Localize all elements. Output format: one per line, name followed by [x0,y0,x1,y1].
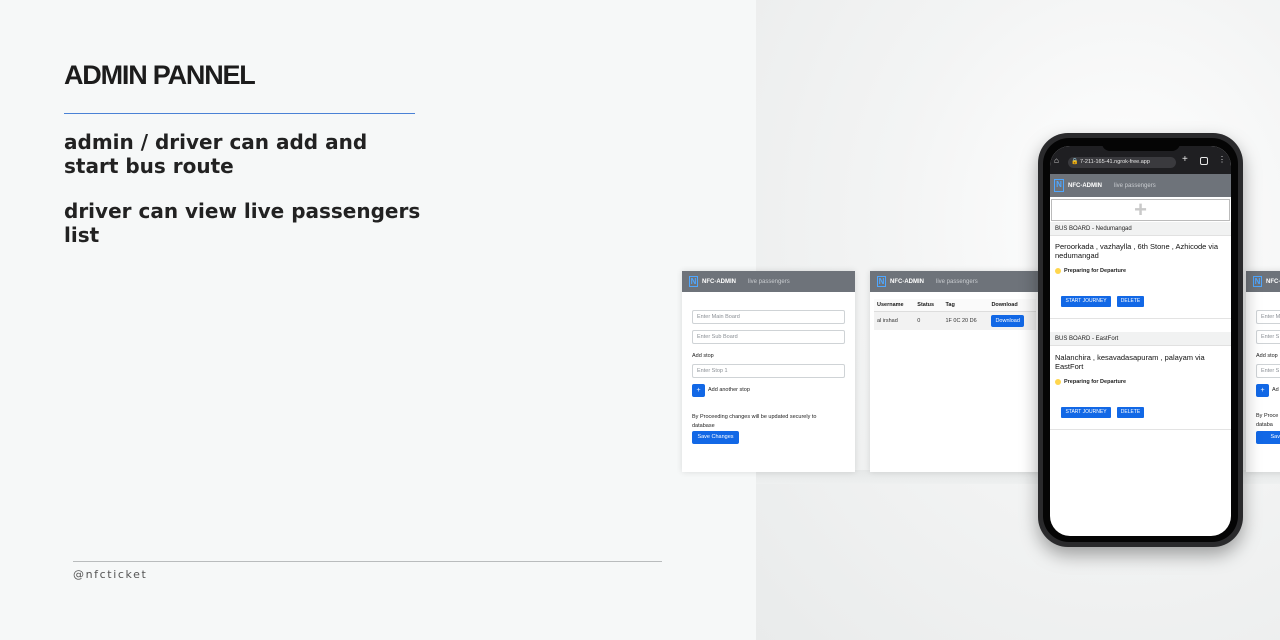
status-text: Preparing for Departure [1064,268,1127,274]
update-notice-cont: databa [1256,422,1273,428]
app-brand[interactable]: NFC-ADMIN [1068,183,1102,189]
status-dot-icon [1055,268,1061,274]
slide-title: ADMIN PANNEL [64,60,256,90]
add-another-stop-label: Add another stop [708,387,750,393]
column-header: Username [874,299,915,312]
add-board-button[interactable]: + [1051,199,1230,221]
app-brand[interactable]: NFC-ADMIN [890,279,924,285]
username-cell: al irshad [874,311,915,330]
delete-button[interactable]: DELETE [1117,296,1144,307]
social-handle: @nfcticket [73,568,148,581]
delete-button[interactable]: DELETE [1117,407,1144,418]
slide-text-panel: ADMIN PANNEL admin / driver can add and … [0,0,756,640]
url-field[interactable]: 🔒 7-211-165-41.ngrok-free.app [1068,157,1176,168]
footer-divider [73,561,662,562]
save-changes-button[interactable]: Save Changes [692,431,739,444]
column-header: Download [988,299,1036,312]
tabs-icon[interactable] [1200,157,1208,165]
app-navbar: N NFC-ADMIN [1246,271,1280,292]
download-cell: Download [988,311,1036,330]
sub-board-input[interactable]: Enter S [1256,330,1280,344]
update-notice: By Proceeding changes will be updated se… [692,414,817,429]
phone-notch [1101,141,1180,151]
start-journey-button[interactable]: START JOURNEY [1061,407,1111,418]
feature-add-route: admin / driver can add and start bus rou… [64,130,368,178]
main-board-input[interactable]: Enter Main Board [692,310,845,324]
start-journey-button[interactable]: START JOURNEY [1061,296,1111,307]
url-text: 7-211-165-41.ngrok-free.app [1080,159,1150,165]
app-brand[interactable]: NFC-ADMIN [702,279,736,285]
title-divider [64,113,415,114]
add-another-stop-label: Ad [1272,387,1279,393]
nav-link-live-passengers[interactable]: live passengers [748,279,790,285]
home-icon[interactable]: ⌂ [1054,156,1059,165]
feature-live-passengers: driver can view live passengers list [64,199,421,247]
passengers-table: Username Status Tag Download al irshad 0… [874,299,1036,330]
app-brand[interactable]: NFC-ADMIN [1266,279,1280,285]
column-header: Status [914,299,943,312]
bus-board-header: BUS BOARD - Nedumangad [1050,222,1231,236]
stop-1-input[interactable]: Enter S [1256,364,1280,378]
new-tab-icon[interactable]: + [1182,154,1188,165]
stop-1-input[interactable]: Enter Stop 1 [692,364,845,378]
add-route-screenshot: N NFC-ADMIN live passengers Enter Main B… [682,271,855,472]
add-stop-button[interactable]: + [692,384,705,397]
add-route-screenshot-partial: N NFC-ADMIN Enter M Enter S Add stop Ent… [1246,271,1280,472]
divider [1050,429,1231,430]
lock-icon: 🔒 [1071,159,1079,165]
journey-status: Preparing for Departure [1055,268,1126,274]
divider [1050,318,1231,319]
add-stop-label: Add stop [1256,353,1278,359]
nfc-logo-icon: N [1253,276,1262,287]
bus-board-header: BUS BOARD - EastFort [1050,332,1231,346]
plus-icon: + [1134,197,1147,222]
nfc-logo-icon: N [689,276,698,287]
app-navbar: N NFC-ADMIN live passengers [682,271,855,292]
phone-mockup: ⌂ 🔒 7-211-165-41.ngrok-free.app + ⋮ N NF… [1038,133,1243,547]
app-navbar: N NFC-ADMIN live passengers [1050,174,1231,197]
status-dot-icon [1055,379,1061,385]
route-stops: Nalanchira , kesavadasapuram , palayam v… [1055,353,1205,371]
nav-link-live-passengers[interactable]: live passengers [1114,183,1156,189]
nav-link-live-passengers[interactable]: live passengers [936,279,978,285]
phone-screen: ⌂ 🔒 7-211-165-41.ngrok-free.app + ⋮ N NF… [1050,146,1231,536]
download-button[interactable]: Download [991,315,1024,327]
nfc-logo-icon: N [1054,179,1064,192]
main-board-input[interactable]: Enter M [1256,310,1280,324]
status-cell: 0 [914,311,943,330]
column-header: Tag [942,299,989,312]
add-stop-label: Add stop [692,353,714,359]
route-stops: Peroorkada , vazhaylla , 6th Stone , Azh… [1055,242,1219,260]
menu-icon[interactable]: ⋮ [1218,155,1226,164]
update-notice: By Proce [1256,413,1279,419]
app-navbar: N NFC-ADMIN live passengers [870,271,1040,292]
nfc-logo-icon: N [877,276,886,287]
status-text: Preparing for Departure [1064,379,1127,385]
add-stop-button[interactable]: + [1256,384,1269,397]
passengers-screenshot: N NFC-ADMIN live passengers Username Sta… [870,271,1040,472]
table-row: al irshad 0 1F 0C 20 D6 Download [874,311,1036,330]
journey-status: Preparing for Departure [1055,379,1126,385]
tag-cell: 1F 0C 20 D6 [942,311,989,330]
save-changes-button[interactable]: Save C [1256,431,1280,444]
sub-board-input[interactable]: Enter Sub Board [692,330,845,344]
